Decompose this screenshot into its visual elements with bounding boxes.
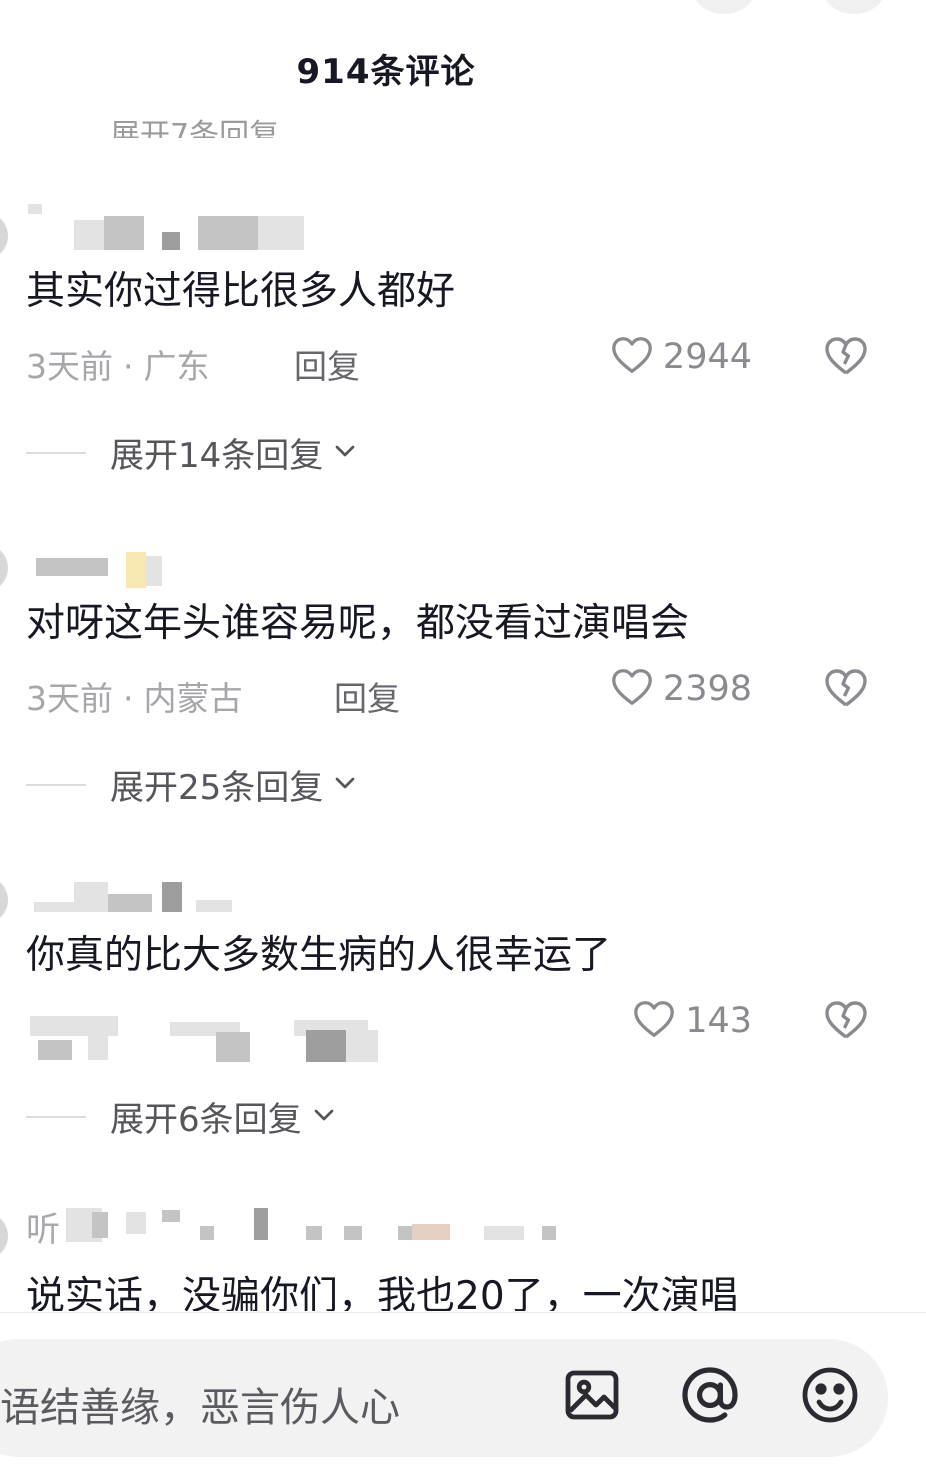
like-button[interactable]: 2944: [609, 332, 752, 382]
chevron-down-icon: [323, 435, 361, 471]
comment-location: 广东: [143, 347, 210, 386]
username[interactable]: 听: [26, 1202, 60, 1251]
broken-heart-icon[interactable]: [822, 996, 870, 1044]
expand-replies-label: 展开14条回复: [110, 436, 324, 476]
expand-replies-label: 展开25条回复: [110, 768, 324, 808]
comment-text: 说实话，没骗你们，我也20了，一次演唱: [26, 1274, 739, 1311]
comments-title: 914条评论: [296, 52, 476, 92]
reply-button[interactable]: 回复: [334, 672, 400, 720]
heart-outline-icon: [609, 664, 655, 714]
comment-time: 3天前: [26, 347, 113, 386]
heart-outline-icon: [609, 332, 655, 382]
comment-input[interactable]: 语结善缘，恶言伤人心: [0, 1339, 888, 1457]
separator-dot: ·: [123, 347, 134, 386]
separator-dot: ·: [123, 679, 134, 718]
divider: [26, 451, 86, 454]
like-count: 2944: [662, 337, 752, 377]
at-icon[interactable]: [678, 1363, 742, 1427]
broken-heart-icon[interactable]: [822, 664, 870, 712]
avatar[interactable]: [0, 212, 8, 260]
comment-text: 对呀这年头谁容易呢，都没看过演唱会: [26, 601, 690, 646]
comment-item: 对呀这年头谁容易呢，都没看过演唱会 3天前 · 内蒙古 回复 2398 展开25条回…: [0, 522, 926, 852]
comment-meta: 3天前 · 广东: [26, 340, 210, 388]
avatar[interactable]: [0, 544, 8, 592]
like-button[interactable]: 2398: [609, 664, 752, 714]
expand-replies[interactable]: 展开14条回复: [26, 428, 361, 477]
reply-button[interactable]: 回复: [294, 340, 360, 388]
broken-heart-icon[interactable]: [822, 332, 870, 380]
top-button-right[interactable]: [822, 0, 886, 14]
comment-item: 其实你过得比很多人都好 3天前 · 广东 回复 2944 展开14条回复: [0, 190, 926, 520]
image-icon[interactable]: [560, 1363, 624, 1427]
comment-location: 内蒙古: [143, 679, 243, 718]
chevron-down-icon: [302, 1099, 340, 1135]
comment-time: 3天前: [26, 679, 113, 718]
avatar[interactable]: [0, 876, 8, 924]
like-button[interactable]: 143: [631, 996, 752, 1046]
like-count: 143: [685, 1001, 752, 1041]
comment-meta: 3天前 · 内蒙古: [26, 672, 243, 720]
avatar[interactable]: [0, 1212, 8, 1260]
like-count: 2398: [662, 669, 752, 709]
expand-replies[interactable]: 展开6条回复: [26, 1092, 340, 1141]
previous-expand-replies[interactable]: 展开7条回复: [110, 106, 279, 138]
top-button-left[interactable]: [692, 0, 756, 14]
comment-item: 你真的比大多数生病的人很幸运了 143 展开6条回复: [0, 854, 926, 1184]
comment-input-bar: 语结善缘，恶言伤人心: [0, 1312, 926, 1481]
expand-replies[interactable]: 展开25条回复: [26, 760, 361, 809]
heart-outline-icon: [631, 996, 677, 1046]
divider: [26, 783, 86, 786]
chevron-down-icon: [323, 767, 361, 803]
expand-replies-label: 展开6条回复: [110, 1100, 302, 1140]
emoji-icon[interactable]: [798, 1363, 862, 1427]
comment-text: 其实你过得比很多人都好: [26, 269, 456, 314]
comment-text: 你真的比大多数生病的人很幸运了: [26, 933, 612, 978]
input-placeholder: 语结善缘，恶言伤人心: [0, 1385, 400, 1431]
divider: [26, 1115, 86, 1118]
